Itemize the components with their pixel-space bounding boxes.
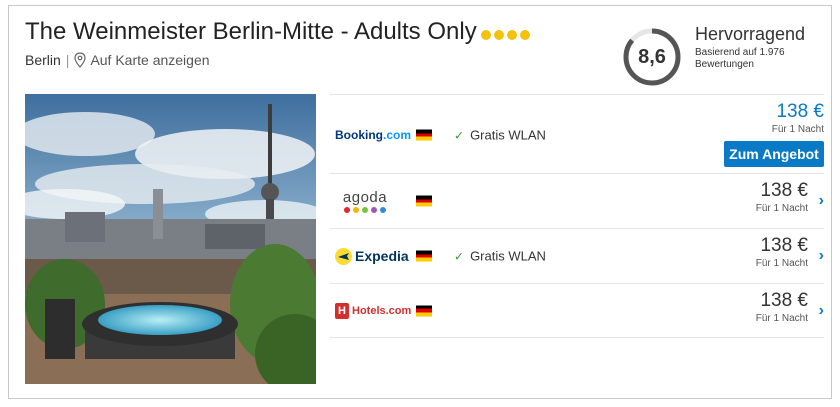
amenity-wlan: ✓ Gratis WLAN	[454, 128, 546, 143]
checkmark-icon: ✓	[454, 128, 465, 142]
de-flag-icon	[416, 250, 432, 262]
hotel-card: The Weinmeister Berlin-Mitte - Adults On…	[8, 5, 832, 399]
expedia-plane-icon	[335, 247, 352, 265]
price: 138 €	[776, 101, 824, 122]
offer-row-hotels[interactable]: H Hotels.com 138 € Für 1 Nacht ›	[330, 283, 824, 338]
title-row: The Weinmeister Berlin-Mitte - Adults On…	[25, 18, 533, 46]
rating-basis: Basierend auf 1.976 Bewertungen	[695, 47, 785, 70]
hotels-logo: H Hotels.com	[335, 296, 411, 326]
offer-row-expedia[interactable]: Expedia ✓ Gratis WLAN 138 € Für 1 Nacht …	[330, 228, 824, 283]
rating-label: Hervorragend	[695, 24, 806, 44]
offer-row-booking[interactable]: Booking.com ✓ Gratis WLAN 138 € Für 1 Na…	[330, 94, 824, 173]
price-box: 138 € Für 1 Nacht	[756, 290, 808, 324]
hotel-name[interactable]: The Weinmeister Berlin-Mitte - Adults On…	[25, 18, 477, 46]
price-box: 138 € Für 1 Nacht	[772, 101, 824, 135]
show-on-map-link[interactable]: Auf Karte anzeigen	[90, 52, 209, 68]
agoda-dots-icon	[343, 207, 388, 213]
price: 138 €	[760, 290, 808, 311]
amenity-wlan: ✓ Gratis WLAN	[454, 249, 546, 264]
booking-logo: Booking.com	[335, 120, 411, 150]
star-icon	[506, 30, 517, 40]
price-box: 138 € Für 1 Nacht	[756, 180, 808, 214]
expedia-logo-text: Expedia	[355, 248, 409, 264]
hotels-logo-text: Hotels.com	[352, 304, 412, 317]
city-label: Berlin	[25, 52, 61, 68]
per-night-label: Für 1 Nacht	[755, 203, 808, 214]
price-box: 138 € Für 1 Nacht	[756, 235, 808, 269]
amenity-label: Gratis WLAN	[470, 248, 546, 264]
agoda-logo: agoda	[335, 186, 395, 216]
agoda-logo-text: agoda	[342, 189, 388, 206]
rating-score: 8,6	[638, 46, 666, 68]
star-rating	[480, 30, 533, 40]
booking-logo-suffix: .com	[383, 128, 412, 142]
per-night-label: Für 1 Nacht	[771, 124, 824, 135]
checkmark-icon: ✓	[454, 249, 465, 263]
location-row: Berlin | Auf Karte anzeigen	[25, 52, 210, 68]
rating-block[interactable]: 8,6 Hervorragend Basierend auf 1.976 Bew…	[621, 24, 805, 88]
chevron-right-icon[interactable]: ›	[819, 247, 824, 265]
rooftop-hot-tub-image	[25, 94, 316, 384]
price: 138 €	[760, 235, 808, 256]
star-icon	[493, 30, 504, 40]
price: 138 €	[760, 180, 808, 201]
star-icon	[519, 30, 530, 40]
de-flag-icon	[416, 129, 432, 141]
separator: |	[65, 52, 70, 68]
map-pin-icon	[74, 52, 87, 68]
chevron-right-icon[interactable]: ›	[819, 302, 824, 320]
chevron-right-icon[interactable]: ›	[819, 192, 824, 210]
hotels-h-icon: H	[335, 302, 349, 319]
offers-list: Booking.com ✓ Gratis WLAN 138 € Für 1 Na…	[330, 94, 824, 338]
per-night-label: Für 1 Nacht	[755, 258, 808, 269]
offer-row-agoda[interactable]: agoda 138 € Für 1 Nacht ›	[330, 173, 824, 228]
de-flag-icon	[416, 195, 432, 207]
booking-logo-text: Booking	[335, 128, 383, 142]
amenity-label: Gratis WLAN	[470, 127, 546, 143]
zum-angebot-button[interactable]: Zum Angebot	[724, 141, 824, 167]
hotel-photo[interactable]	[25, 94, 316, 384]
per-night-label: Für 1 Nacht	[755, 313, 808, 324]
star-icon	[480, 30, 491, 40]
expedia-logo: Expedia	[335, 241, 409, 271]
de-flag-icon	[416, 305, 432, 317]
rating-text: Hervorragend Basierend auf 1.976 Bewertu…	[695, 24, 805, 71]
rating-gauge: 8,6	[621, 26, 683, 88]
